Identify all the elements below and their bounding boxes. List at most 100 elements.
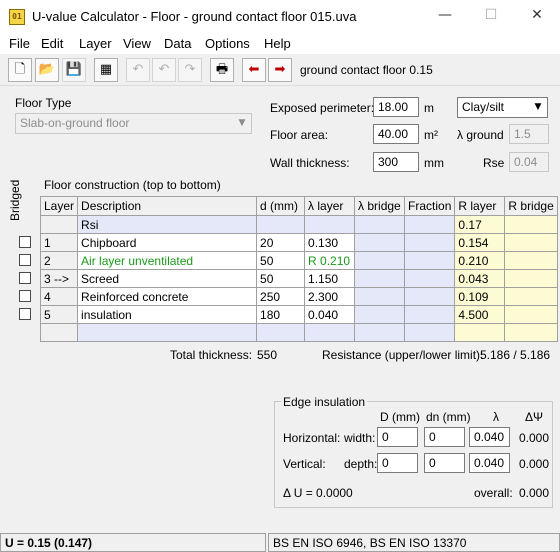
thickness-cell[interactable] — [256, 323, 306, 342]
bridged-checkbox[interactable] — [19, 290, 31, 302]
description-cell[interactable]: Chipboard — [77, 233, 258, 252]
r-bridge-cell[interactable] — [504, 305, 558, 324]
horizontal-d-input[interactable]: 0 — [377, 427, 418, 447]
exposed-perimeter-input[interactable]: 18.00 — [373, 97, 419, 117]
lambda-bridge-cell[interactable] — [354, 269, 406, 288]
table-row[interactable]: 1 Chipboard 20 0.130 0.154 — [39, 233, 558, 252]
bridged-checkbox[interactable] — [19, 272, 31, 284]
floor-area-input[interactable]: 40.00 — [373, 124, 419, 144]
r-bridge-cell[interactable] — [504, 233, 558, 252]
next-button[interactable]: ➡ — [268, 58, 292, 82]
description-cell[interactable]: Screed — [77, 269, 258, 288]
table-row[interactable] — [39, 323, 558, 342]
layer-cell[interactable] — [39, 215, 79, 234]
fraction-cell[interactable] — [404, 269, 456, 288]
r-bridge-cell[interactable] — [504, 251, 558, 270]
lambda-layer-cell[interactable]: 0.130 — [304, 233, 356, 252]
lambda-layer-cell[interactable]: R 0.210 — [304, 251, 356, 270]
r-layer-cell[interactable] — [454, 323, 506, 342]
menu-view[interactable]: View — [123, 36, 151, 51]
table-row[interactable]: 2 Air layer unventilated 50 R 0.210 0.210 — [39, 251, 558, 270]
thickness-cell[interactable]: 250 — [256, 287, 306, 306]
save-button[interactable]: 💾 — [62, 58, 86, 82]
column-header-description[interactable]: Description — [77, 196, 258, 216]
table-button[interactable]: ▦ — [94, 58, 118, 82]
r-layer-cell[interactable]: 0.210 — [454, 251, 506, 270]
fraction-cell[interactable] — [404, 287, 456, 306]
open-file-button[interactable]: 📂 — [35, 58, 59, 82]
column-header-r-bridge[interactable]: R bridge — [504, 196, 558, 216]
lambda-bridge-cell[interactable] — [354, 215, 406, 234]
thickness-cell[interactable]: 180 — [256, 305, 306, 324]
r-bridge-cell[interactable] — [504, 287, 558, 306]
r-bridge-cell[interactable] — [504, 323, 558, 342]
maximize-button[interactable]: ☐ — [468, 0, 514, 33]
column-header-fraction[interactable]: Fraction — [404, 196, 456, 216]
layer-cell[interactable]: 1 — [39, 233, 79, 252]
column-header-r-layer[interactable]: R layer — [454, 196, 506, 216]
soil-type-select[interactable]: Clay/silt ▼ — [457, 97, 548, 118]
bridged-checkbox[interactable] — [19, 254, 31, 266]
print-button[interactable]: 🖶 — [210, 58, 234, 82]
column-header-thickness[interactable]: d (mm) — [256, 196, 306, 216]
lambda-layer-cell[interactable] — [304, 323, 356, 342]
fraction-cell[interactable] — [404, 305, 456, 324]
vertical-dn-input[interactable]: 0 — [424, 453, 465, 473]
r-layer-cell[interactable]: 0.109 — [454, 287, 506, 306]
minimize-button[interactable]: — — [422, 0, 468, 33]
lambda-bridge-cell[interactable] — [354, 305, 406, 324]
close-button[interactable]: ✕ — [514, 0, 560, 33]
menu-data[interactable]: Data — [164, 36, 191, 51]
lambda-bridge-cell[interactable] — [354, 251, 406, 270]
menu-layer[interactable]: Layer — [79, 36, 112, 51]
column-header-lambda-layer[interactable]: λ layer — [304, 196, 356, 216]
r-bridge-cell[interactable] — [504, 269, 558, 288]
r-layer-cell[interactable]: 0.154 — [454, 233, 506, 252]
lambda-layer-cell[interactable]: 1.150 — [304, 269, 356, 288]
lambda-bridge-cell[interactable] — [354, 233, 406, 252]
menu-edit[interactable]: Edit — [41, 36, 63, 51]
layer-cell[interactable]: 5 — [39, 305, 79, 324]
lambda-layer-cell[interactable] — [304, 215, 356, 234]
layer-cell[interactable] — [39, 323, 79, 342]
r-bridge-cell[interactable] — [504, 215, 558, 234]
menu-file[interactable]: File — [9, 36, 30, 51]
lambda-bridge-cell[interactable] — [354, 287, 406, 306]
rse-input[interactable]: 0.04 — [509, 152, 549, 172]
layer-cell[interactable]: 3 --> — [39, 269, 79, 288]
table-row[interactable]: Rsi 0.17 — [39, 215, 558, 234]
table-row[interactable]: 5 insulation 180 0.040 4.500 — [39, 305, 558, 324]
horizontal-dn-input[interactable]: 0 — [424, 427, 465, 447]
lambda-layer-cell[interactable]: 2.300 — [304, 287, 356, 306]
menu-help[interactable]: Help — [264, 36, 291, 51]
fraction-cell[interactable] — [404, 251, 456, 270]
menu-options[interactable]: Options — [205, 36, 250, 51]
lambda-layer-cell[interactable]: 0.040 — [304, 305, 356, 324]
table-row[interactable]: 4 Reinforced concrete 250 2.300 0.109 — [39, 287, 558, 306]
description-cell[interactable]: Air layer unventilated — [77, 251, 258, 270]
description-cell[interactable] — [77, 323, 258, 342]
r-layer-cell[interactable]: 4.500 — [454, 305, 506, 324]
fraction-cell[interactable] — [404, 323, 456, 342]
thickness-cell[interactable] — [256, 215, 306, 234]
thickness-cell[interactable]: 50 — [256, 269, 306, 288]
bridged-checkbox[interactable] — [19, 236, 31, 248]
column-header-lambda-bridge[interactable]: λ bridge — [354, 196, 406, 216]
previous-button[interactable]: ⬅ — [242, 58, 266, 82]
undo-button[interactable]: ↶ — [126, 58, 150, 82]
fraction-cell[interactable] — [404, 215, 456, 234]
bridged-checkbox[interactable] — [19, 308, 31, 320]
thickness-cell[interactable]: 20 — [256, 233, 306, 252]
layer-cell[interactable]: 4 — [39, 287, 79, 306]
description-cell[interactable]: Rsi — [77, 215, 258, 234]
new-file-button[interactable]: 🗋 — [8, 58, 32, 82]
table-row[interactable]: 3 --> Screed 50 1.150 0.043 — [39, 269, 558, 288]
lambda-ground-input[interactable]: 1.5 — [509, 124, 549, 144]
wall-thickness-input[interactable]: 300 — [373, 152, 419, 172]
r-layer-cell[interactable]: 0.17 — [454, 215, 506, 234]
redo-button[interactable]: ↷ — [178, 58, 202, 82]
fraction-cell[interactable] — [404, 233, 456, 252]
r-layer-cell[interactable]: 0.043 — [454, 269, 506, 288]
vertical-d-input[interactable]: 0 — [377, 453, 418, 473]
vertical-lambda-input[interactable]: 0.040 — [469, 453, 510, 473]
